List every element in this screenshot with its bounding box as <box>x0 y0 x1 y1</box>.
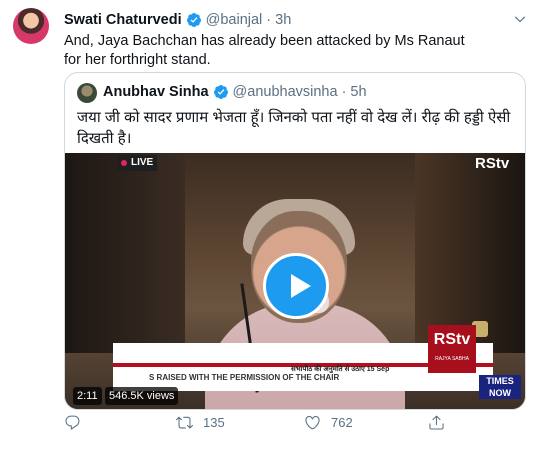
like-button[interactable]: 762 <box>304 414 353 431</box>
retweet-button[interactable]: 135 <box>176 414 225 431</box>
quoted-tweet-time[interactable]: 5h <box>350 84 366 100</box>
ticker-text: S RAISED WITH THE PERMISSION OF THE CHAI… <box>149 373 340 382</box>
share-button[interactable] <box>428 414 445 431</box>
quoted-tweet-header: Anubhav Sinha @anubhavsinha · 5h <box>103 84 367 100</box>
reply-icon <box>65 415 80 430</box>
video-views: 546.5K views <box>105 387 179 405</box>
like-count: 762 <box>331 415 353 430</box>
verified-icon <box>186 13 201 27</box>
share-icon <box>429 415 444 430</box>
quoted-author-name[interactable]: Anubhav Sinha <box>103 84 209 100</box>
video-duration: 2:11 <box>73 387 102 405</box>
quoted-tweet-text: जया जी को सादर प्रणाम भेजता हूँ। जिनको प… <box>77 109 511 147</box>
tweet-time[interactable]: 3h <box>275 12 291 28</box>
play-icon[interactable] <box>263 253 329 319</box>
retweet-icon <box>176 416 193 429</box>
quoted-author-handle[interactable]: @anubhavsinha <box>233 84 338 100</box>
tweet[interactable]: Swati Chaturvedi @bainjal · 3h And, Jaya… <box>0 0 541 449</box>
author-name[interactable]: Swati Chaturvedi <box>64 12 182 28</box>
reply-button[interactable] <box>64 414 91 431</box>
author-avatar[interactable] <box>13 8 49 44</box>
quoted-tweet[interactable]: Anubhav Sinha @anubhavsinha · 5h जया जी … <box>64 72 526 410</box>
caret-down-icon[interactable] <box>513 12 527 26</box>
author-handle[interactable]: @bainjal <box>206 12 263 28</box>
channel-subtitle: RAJYA SABHA <box>435 356 469 362</box>
overlay-logo: TIMES NOW <box>479 375 521 399</box>
separator-dot: · <box>341 84 347 100</box>
tweet-actions: 135 762 <box>64 414 464 438</box>
retweet-count: 135 <box>203 415 225 430</box>
tweet-text: And, Jaya Bachchan has already been atta… <box>64 33 465 68</box>
verified-icon <box>213 85 228 99</box>
like-icon <box>305 415 320 430</box>
video-background-left <box>65 153 185 353</box>
video-background-right <box>415 153 525 353</box>
live-badge: LIVE <box>117 155 158 171</box>
channel-logo: RStv <box>428 325 476 373</box>
separator-dot: · <box>266 12 272 28</box>
channel-watermark: RStv <box>475 155 510 172</box>
ticker-hindi-text: सभापीठ की अनुमति से उठाए 15 Sep <box>291 366 390 373</box>
video-player[interactable]: S RAISED WITH THE PERMISSION OF THE CHAI… <box>65 153 525 409</box>
quoted-author-avatar[interactable] <box>77 83 97 103</box>
tweet-header: Swati Chaturvedi @bainjal · 3h <box>64 12 291 28</box>
